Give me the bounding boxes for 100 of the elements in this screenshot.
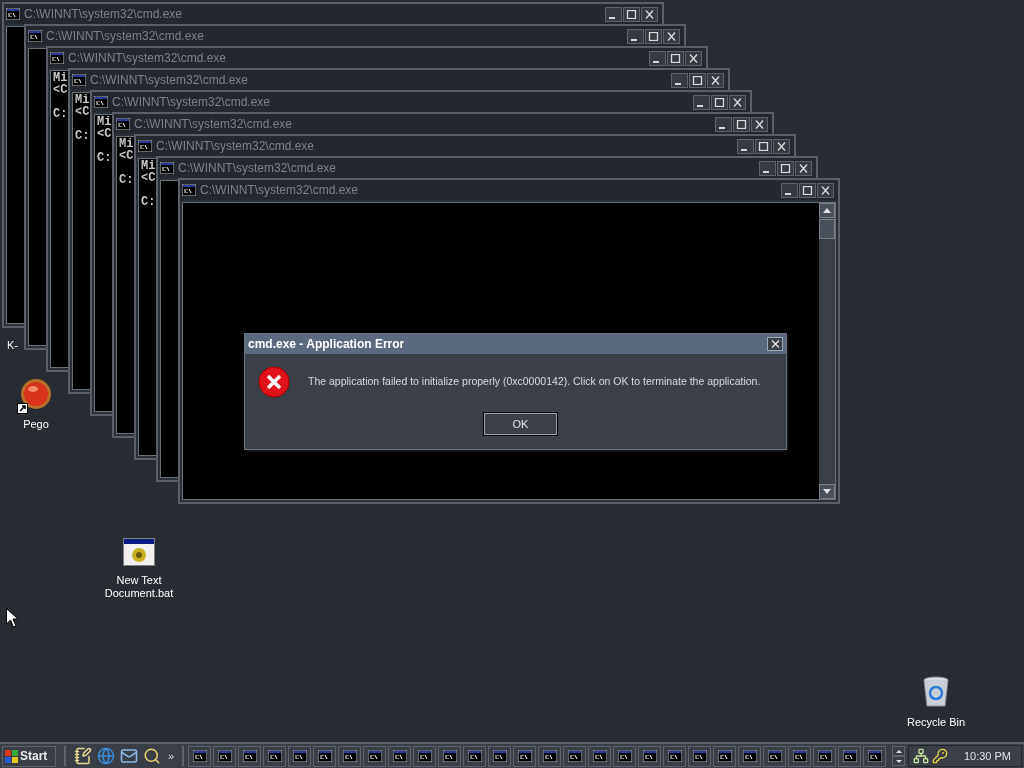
- task-button[interactable]: [438, 745, 462, 767]
- task-button[interactable]: [788, 745, 812, 767]
- more-button[interactable]: »: [168, 747, 175, 765]
- maximize-button[interactable]: [755, 138, 772, 154]
- task-button[interactable]: [513, 745, 537, 767]
- maximize-button[interactable]: [777, 160, 794, 176]
- globe-icon[interactable]: [97, 747, 115, 765]
- close-button[interactable]: [707, 72, 724, 88]
- minimize-button[interactable]: [605, 6, 622, 22]
- console-line: <C: [97, 128, 112, 140]
- close-button[interactable]: [817, 182, 834, 198]
- console-icon: [742, 750, 757, 762]
- desktop-icon-label[interactable]: New Text Document.bat: [94, 574, 184, 600]
- task-button[interactable]: [338, 745, 362, 767]
- start-button[interactable]: Start: [2, 745, 56, 767]
- maximize-button[interactable]: [667, 50, 684, 66]
- task-button[interactable]: [763, 745, 787, 767]
- task-button[interactable]: [488, 745, 512, 767]
- minimize-button[interactable]: [759, 160, 776, 176]
- close-button[interactable]: [767, 337, 783, 351]
- dialog-title: cmd.exe - Application Error: [248, 336, 405, 353]
- console-icon: [567, 750, 582, 762]
- task-button[interactable]: [813, 745, 837, 767]
- close-button[interactable]: [729, 94, 746, 110]
- maximize-icon: [648, 31, 659, 41]
- maximize-icon: [692, 75, 703, 85]
- task-button[interactable]: [363, 745, 387, 767]
- task-button[interactable]: [863, 745, 887, 767]
- maximize-button[interactable]: [733, 116, 750, 132]
- maximize-button[interactable]: [645, 28, 662, 44]
- task-button[interactable]: [263, 745, 287, 767]
- task-button[interactable]: [313, 745, 337, 767]
- task-button[interactable]: [188, 745, 212, 767]
- console-icon: [442, 750, 457, 762]
- scrollbar[interactable]: [819, 203, 835, 499]
- console-icon: [182, 184, 196, 196]
- console-icon: [138, 140, 152, 152]
- task-button[interactable]: [213, 745, 237, 767]
- desktop-icon-label[interactable]: Recycle Bin: [906, 716, 966, 729]
- console-icon: [617, 750, 632, 762]
- desktop-icon-label[interactable]: K-: [7, 339, 18, 352]
- minimize-icon: [652, 60, 659, 63]
- minimize-button[interactable]: [715, 116, 732, 132]
- task-button[interactable]: [738, 745, 762, 767]
- task-button[interactable]: [288, 745, 312, 767]
- minimize-button[interactable]: [693, 94, 710, 110]
- desktop-icon-label[interactable]: Pego: [23, 418, 49, 431]
- console-line: Mi: [119, 138, 134, 150]
- console-icon: [317, 750, 332, 762]
- mouse-cursor-icon: [6, 608, 18, 628]
- maximize-button[interactable]: [689, 72, 706, 88]
- search-icon[interactable]: [143, 747, 161, 765]
- ok-button[interactable]: OK: [484, 413, 557, 435]
- key-icon[interactable]: [932, 748, 948, 764]
- close-button[interactable]: [641, 6, 658, 22]
- close-button[interactable]: [795, 160, 812, 176]
- notepad-icon[interactable]: [74, 747, 92, 765]
- console-icon: [6, 8, 20, 20]
- maximize-button[interactable]: [623, 6, 640, 22]
- scroll-thumb[interactable]: [819, 219, 835, 239]
- maximize-button[interactable]: [711, 94, 728, 110]
- close-button[interactable]: [751, 116, 768, 132]
- close-button[interactable]: [685, 50, 702, 66]
- minimize-button[interactable]: [649, 50, 666, 66]
- minimize-icon: [608, 16, 615, 19]
- task-button[interactable]: [563, 745, 587, 767]
- task-button[interactable]: [838, 745, 862, 767]
- task-button[interactable]: [713, 745, 737, 767]
- close-button[interactable]: [773, 138, 790, 154]
- console-icon: [242, 750, 257, 762]
- maximize-button[interactable]: [799, 182, 816, 198]
- task-button[interactable]: [413, 745, 437, 767]
- close-icon: [732, 97, 743, 107]
- minimize-button[interactable]: [671, 72, 688, 88]
- close-button[interactable]: [663, 28, 680, 44]
- minimize-button[interactable]: [781, 182, 798, 198]
- task-button[interactable]: [663, 745, 687, 767]
- task-button[interactable]: [238, 745, 262, 767]
- console-icon: [717, 750, 732, 762]
- maximize-icon: [780, 163, 791, 173]
- scroll-up-button[interactable]: [819, 203, 835, 218]
- console-icon: [292, 750, 307, 762]
- minimize-button[interactable]: [627, 28, 644, 44]
- minimize-icon: [674, 82, 681, 85]
- window-title: C:\WINNT\system32\cmd.exe: [134, 116, 293, 133]
- task-button[interactable]: [538, 745, 562, 767]
- task-button[interactable]: [463, 745, 487, 767]
- scroll-down-button[interactable]: [892, 756, 906, 766]
- task-button[interactable]: [388, 745, 412, 767]
- network-icon[interactable]: [913, 748, 929, 764]
- console-icon: [417, 750, 432, 762]
- task-button[interactable]: [688, 745, 712, 767]
- scroll-down-button[interactable]: [819, 484, 835, 499]
- mail-icon[interactable]: [120, 747, 138, 765]
- minimize-button[interactable]: [737, 138, 754, 154]
- task-button[interactable]: [588, 745, 612, 767]
- window-title: C:\WINNT\system32\cmd.exe: [112, 94, 271, 111]
- task-button[interactable]: [613, 745, 637, 767]
- task-button[interactable]: [638, 745, 662, 767]
- scroll-up-button[interactable]: [892, 746, 906, 756]
